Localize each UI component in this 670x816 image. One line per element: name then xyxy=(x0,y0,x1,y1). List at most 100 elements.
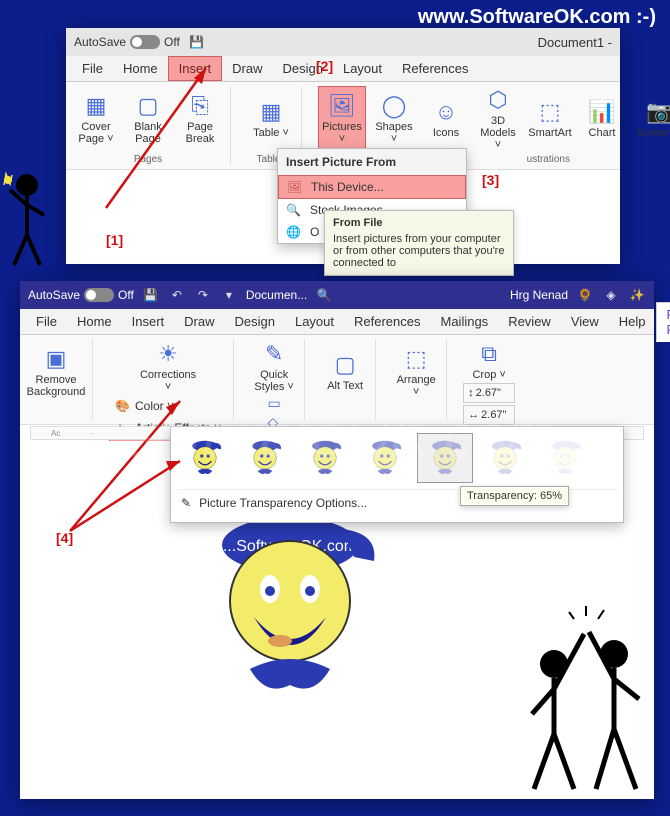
quick-styles-button[interactable]: ✎Quick Styles ˅ xyxy=(250,339,298,395)
blank-page-button[interactable]: ▢Blank Page xyxy=(124,86,172,152)
tab-layout[interactable]: Layout xyxy=(333,57,392,80)
page-break-button[interactable]: ⎘Page Break xyxy=(176,86,224,152)
corrections-button[interactable]: ☀Corrections ˅ xyxy=(144,339,192,395)
pictures-icon: 🖼 xyxy=(328,93,356,119)
tab-draw[interactable]: Draw xyxy=(222,57,272,80)
qat-dropdown-icon[interactable]: ▾ xyxy=(220,286,238,304)
autosave-toggle-2[interactable]: AutoSave Off xyxy=(28,288,134,302)
arrange-button[interactable]: ⬚Arrange ˅ xyxy=(392,339,440,405)
tab2-review[interactable]: Review xyxy=(498,310,561,333)
save-icon-2[interactable]: 💾 xyxy=(142,286,160,304)
ribbon-2: ▣Remove Background ☀Corrections ˅ 🎨Color… xyxy=(20,335,654,425)
toggle-off-icon xyxy=(130,35,160,49)
tab2-mailings[interactable]: Mailings xyxy=(431,310,499,333)
height-value: 2.67" xyxy=(476,387,501,399)
width-value: 2.67" xyxy=(481,409,506,421)
tab-home[interactable]: Home xyxy=(113,57,168,80)
tab2-home[interactable]: Home xyxy=(67,310,122,333)
tab2-design[interactable]: Design xyxy=(225,310,285,333)
chart-button[interactable]: 📊Chart xyxy=(578,86,626,152)
smartart-button[interactable]: ⬚SmartArt xyxy=(526,86,574,152)
crop-button[interactable]: ⧉Crop ˅ xyxy=(465,339,513,383)
save-icon[interactable]: 💾 xyxy=(188,33,206,51)
annot-1: [1] xyxy=(106,232,123,248)
tab2-view[interactable]: View xyxy=(561,310,609,333)
tab-references[interactable]: References xyxy=(392,57,478,80)
3d-models-button[interactable]: ⬡3D Models ˅ xyxy=(474,86,522,152)
annot-3: [3] xyxy=(482,172,499,188)
icons-icon: ☺ xyxy=(435,99,457,125)
corrections-icon: ☀ xyxy=(158,341,178,367)
transparency-options-label: Picture Transparency Options... xyxy=(199,496,367,510)
width-icon: ↔ xyxy=(468,409,479,421)
transparency-swatch-6[interactable] xyxy=(537,433,593,483)
remove-bg-button[interactable]: ▣Remove Background xyxy=(26,339,86,405)
ribbon-tabs: File Home Insert Draw Design Layout Refe… xyxy=(66,56,620,82)
stick-figure-left xyxy=(2,160,62,280)
doc-title-2: Documen... xyxy=(246,288,307,302)
autosave-label-2: AutoSave xyxy=(28,288,80,302)
group-arrange: ⬚Arrange ˅ xyxy=(386,339,447,420)
pictures-button[interactable]: 🖼Pictures ˅ xyxy=(318,86,366,152)
alt-text-button[interactable]: ▢Alt Text xyxy=(321,339,369,405)
tab2-help[interactable]: Help xyxy=(609,310,656,333)
doc-title: Document1 - xyxy=(538,35,612,50)
search-icon[interactable]: 🔍 xyxy=(315,286,333,304)
tooltip-body: Insert pictures from your computer or fr… xyxy=(333,233,505,269)
blank-page-icon: ▢ xyxy=(138,93,159,119)
user-name: Hrg Nenad xyxy=(510,288,568,302)
undo-icon[interactable]: ↶ xyxy=(168,286,186,304)
autosave-label: AutoSave xyxy=(74,35,126,49)
quick-styles-icon: ✎ xyxy=(265,341,283,367)
quick-styles-label: Quick Styles ˅ xyxy=(252,369,296,393)
shapes-button[interactable]: ◯Shapes ˅ xyxy=(370,86,418,152)
titlebar-2: AutoSave Off 💾 ↶ ↷ ▾ Documen... 🔍 Hrg Ne… xyxy=(20,281,654,309)
width-spinner[interactable]: ↔2.67" xyxy=(463,405,515,425)
redo-icon[interactable]: ↷ xyxy=(194,286,212,304)
transparency-tooltip: Transparency: 65% xyxy=(460,486,569,506)
table-button[interactable]: ▦Table ˅ xyxy=(247,86,295,152)
tooltip-title: From File xyxy=(333,217,505,229)
stock-images-icon: 🔍 xyxy=(286,203,302,217)
cover-page-label: Cover Page ˅ xyxy=(74,121,118,145)
border-icon[interactable]: ▭ xyxy=(268,395,281,412)
menu-online-label-prefix: O xyxy=(310,225,319,239)
inserted-picture[interactable]: ...SoftwareOK.com xyxy=(190,501,390,701)
watermark-url: www.SoftwareOK.com :-) xyxy=(418,6,656,29)
3d-models-icon: ⬡ xyxy=(488,87,507,113)
tab2-draw[interactable]: Draw xyxy=(174,310,224,333)
color-button[interactable]: 🎨Color ˅ xyxy=(109,395,227,417)
group-pages-label: Pages xyxy=(134,154,162,165)
menu-this-device[interactable]: 🖼 This Device... xyxy=(278,175,466,199)
from-file-tooltip: From File Insert pictures from your comp… xyxy=(324,210,514,276)
icons-button[interactable]: ☺Icons xyxy=(422,86,470,152)
group-pages: ▦Cover Page ˅ ▢Blank Page ⎘Page Break Pa… xyxy=(66,86,231,165)
screenshot-button[interactable]: 📷Screensh xyxy=(630,86,670,152)
height-icon: ↕ xyxy=(468,387,474,399)
tab-insert[interactable]: Insert xyxy=(168,56,223,81)
shapes-label: Shapes ˅ xyxy=(372,121,416,145)
smiley-picture: ...SoftwareOK.com xyxy=(190,501,390,701)
autosave-toggle[interactable]: AutoSave Off xyxy=(74,35,180,49)
tab2-picture-format[interactable]: Picture Form xyxy=(656,302,670,342)
group-illus-label: ustrations xyxy=(527,154,570,165)
transparency-swatch-5[interactable] xyxy=(477,433,533,483)
transparency-swatch-3[interactable] xyxy=(357,433,413,483)
transparency-swatch-2[interactable] xyxy=(297,433,353,483)
arrange-icon: ⬚ xyxy=(406,346,427,372)
tab2-insert[interactable]: Insert xyxy=(122,310,175,333)
autosave-state: Off xyxy=(164,35,180,49)
magic-icon[interactable]: ✨ xyxy=(628,286,646,304)
annot-4: [4] xyxy=(56,530,73,546)
tab2-layout[interactable]: Layout xyxy=(285,310,344,333)
tab2-references[interactable]: References xyxy=(344,310,430,333)
transparency-swatch-1[interactable] xyxy=(237,433,293,483)
tab2-file[interactable]: File xyxy=(26,310,67,333)
diamond-icon[interactable]: ◈ xyxy=(602,286,620,304)
transparency-swatch-0[interactable] xyxy=(177,433,233,483)
tab-file[interactable]: File xyxy=(72,57,113,80)
table-icon: ▦ xyxy=(261,99,282,125)
height-spinner[interactable]: ↕2.67" xyxy=(463,383,515,403)
cover-page-button[interactable]: ▦Cover Page ˅ xyxy=(72,86,120,152)
transparency-swatch-4[interactable] xyxy=(417,433,473,483)
